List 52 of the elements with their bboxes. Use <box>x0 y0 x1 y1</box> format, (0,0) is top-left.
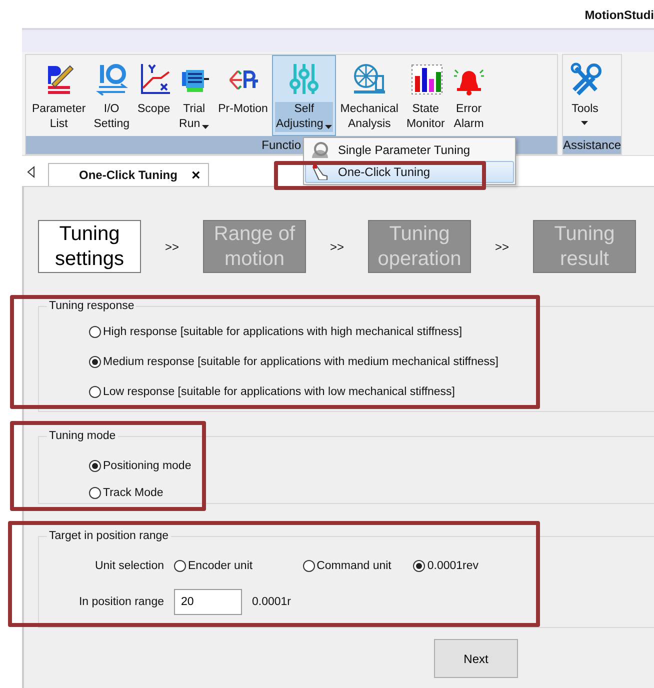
radio-button[interactable] <box>413 560 426 572</box>
radio-button[interactable] <box>174 560 186 572</box>
radio-button[interactable] <box>89 356 101 368</box>
group-label: Assistance <box>563 136 622 154</box>
input-field[interactable]: 20 <box>174 589 242 615</box>
ribbon-button[interactable]: I/O Setting <box>90 55 134 136</box>
step-box: Tuning result <box>533 220 636 273</box>
ribbon-button[interactable]: Tools <box>565 55 605 136</box>
step-arrow: >> <box>328 240 345 254</box>
radio-label: 0.0001rev <box>427 560 479 572</box>
ribbon-button[interactable]: Trial Run <box>174 55 214 136</box>
hand-icon <box>312 164 328 180</box>
radio-label: Medium response [suitable for applications with medium mechanical stiffness] <box>103 356 498 368</box>
group-title: Tuning response <box>48 300 136 312</box>
next-button[interactable]: Next <box>434 639 518 678</box>
ribbon-button[interactable]: State Monitor <box>402 55 449 136</box>
radio-label: Encoder unit <box>188 560 253 572</box>
bar-chart-icon <box>408 62 443 96</box>
field-label: Unit selection <box>94 560 165 572</box>
radio-button[interactable] <box>89 460 101 472</box>
ring-arrows-icon <box>94 62 129 96</box>
ribbon-button[interactable]: Scope <box>134 55 174 136</box>
ribbon-button[interactable]: Mechanical Analysis <box>336 55 402 136</box>
wrench-icon <box>568 62 602 96</box>
radio-label: Command unit <box>316 560 392 572</box>
step-arrow: >> <box>164 240 180 254</box>
group-title: Tuning mode <box>48 430 117 442</box>
radio-label: Positioning mode <box>103 460 192 472</box>
tab[interactable]: One-Click Tuning × <box>48 163 210 186</box>
radio-button[interactable] <box>89 486 101 498</box>
step-box: Tuning operation <box>368 220 471 273</box>
unit-label: 0.0001r <box>252 596 292 608</box>
field-label: In position range <box>78 596 165 608</box>
radio-label: High response [suitable for applications with high mechanical stiffness] <box>103 326 462 338</box>
ribbon-button[interactable]: Pr-Motion <box>214 55 272 136</box>
radio-label: Track Mode <box>103 486 164 498</box>
step-box: Tuning settings <box>38 220 141 273</box>
close-button[interactable]: × <box>191 166 200 184</box>
group-title: Target in position range <box>48 530 170 542</box>
step-box: Range of motion <box>203 220 306 273</box>
radio-label: Low response [suitable for applications with low mechanical stiffness] <box>103 386 455 398</box>
ribbon-button[interactable]: Parameter List <box>28 55 90 136</box>
wheel-machine-icon <box>352 62 386 96</box>
step-arrow: >> <box>494 240 510 254</box>
sliders-icon <box>287 62 322 96</box>
app-title: MotionStudi <box>584 8 654 24</box>
radio-button[interactable] <box>89 326 101 338</box>
left-arrow-icon[interactable] <box>26 166 36 178</box>
radio-button[interactable] <box>302 560 315 572</box>
ribbon-button[interactable]: Error Alarm <box>448 55 489 136</box>
ribbon-button[interactable]: Self Adjusting <box>272 55 336 136</box>
radio-button[interactable] <box>89 386 101 398</box>
